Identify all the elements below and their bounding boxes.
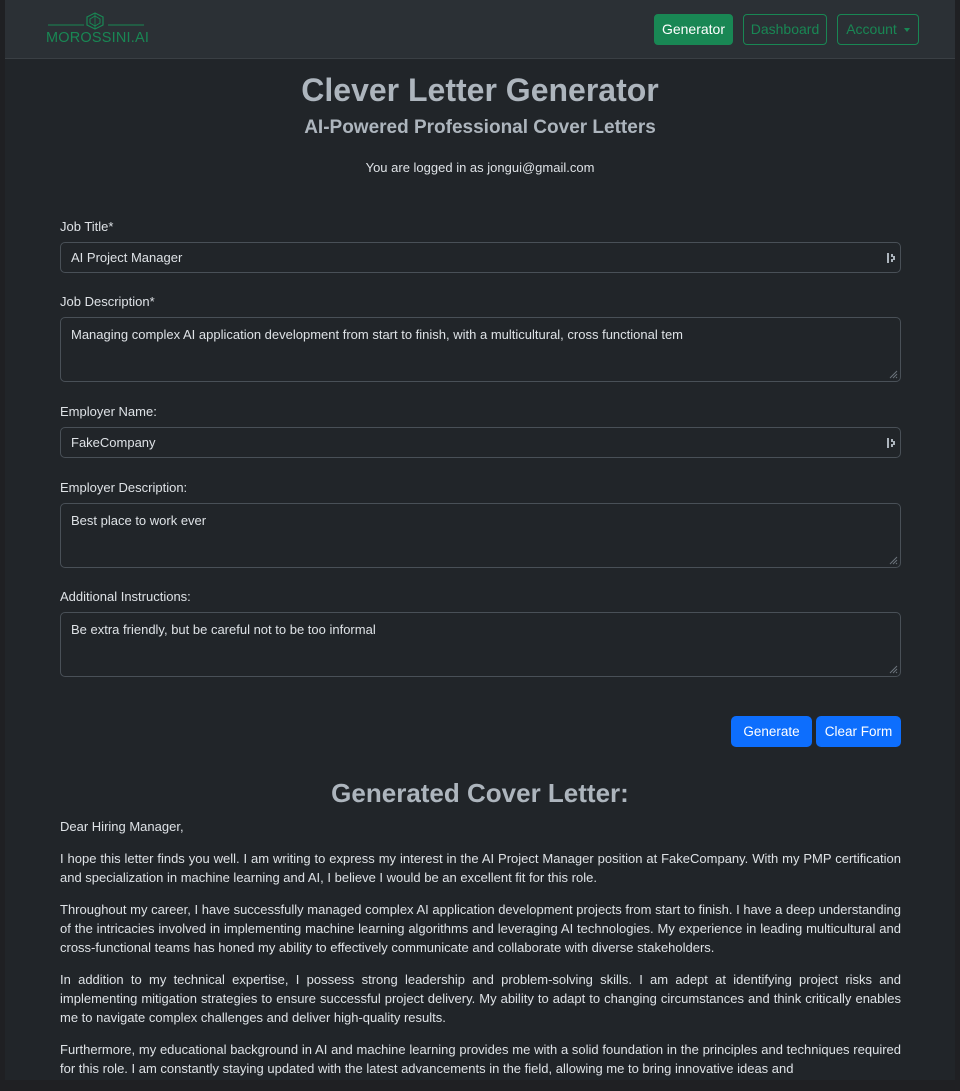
page-title: Clever Letter Generator bbox=[301, 72, 659, 108]
page-subtitle: AI-Powered Professional Cover Letters bbox=[304, 117, 656, 138]
letter-paragraph: Furthermore, my educational background i… bbox=[60, 1042, 901, 1076]
employer-name-label: Employer Name: bbox=[60, 404, 157, 419]
navbar: MOROSSINI.AI Generator Dashboard Account bbox=[5, 0, 955, 59]
job-title-value: AI Project Manager bbox=[71, 250, 183, 265]
password-manager-icon bbox=[887, 438, 895, 448]
letter-greeting: Dear Hiring Manager, bbox=[60, 819, 184, 834]
generated-letter-heading: Generated Cover Letter: bbox=[331, 778, 629, 808]
brand-logo[interactable]: MOROSSINI.AI bbox=[46, 10, 150, 50]
brand-text: MOROSSINI.AI bbox=[46, 30, 150, 46]
job-description-label: Job Description* bbox=[60, 294, 155, 309]
employer-description-textarea[interactable]: Best place to work ever bbox=[60, 503, 901, 568]
generated-letter: Dear Hiring Manager, I hope this letter … bbox=[60, 817, 901, 1091]
logo-icon bbox=[86, 12, 104, 30]
generate-button[interactable]: Generate bbox=[731, 716, 812, 747]
job-title-label: Job Title* bbox=[60, 219, 114, 234]
nav-generator-button[interactable]: Generator bbox=[654, 14, 733, 45]
password-manager-icon bbox=[887, 253, 895, 263]
job-title-input[interactable]: AI Project Manager bbox=[60, 242, 901, 273]
clear-form-button[interactable]: Clear Form bbox=[816, 716, 901, 747]
additional-instructions-label: Additional Instructions: bbox=[60, 589, 191, 604]
resize-grip-icon[interactable] bbox=[888, 369, 898, 379]
employer-name-input[interactable]: FakeCompany bbox=[60, 427, 901, 458]
logo-underline-icon bbox=[48, 24, 144, 26]
additional-instructions-textarea[interactable]: Be extra friendly, but be careful not to… bbox=[60, 612, 901, 677]
nav-dashboard-button[interactable]: Dashboard bbox=[743, 14, 827, 45]
employer-description-label: Employer Description: bbox=[60, 480, 188, 495]
nav-account-label: Account bbox=[846, 21, 897, 37]
nav-account-dropdown[interactable]: Account bbox=[837, 14, 919, 45]
additional-instructions-value: Be extra friendly, but be careful not to… bbox=[71, 622, 376, 637]
resize-grip-icon[interactable] bbox=[888, 664, 898, 674]
logged-in-status: You are logged in as jongui@gmail.com bbox=[365, 160, 595, 175]
employer-description-value: Best place to work ever bbox=[71, 513, 207, 528]
resize-grip-icon[interactable] bbox=[888, 555, 898, 565]
chevron-down-icon bbox=[903, 28, 910, 33]
letter-paragraph: In addition to my technical expertise, I… bbox=[60, 972, 901, 1025]
letter-paragraph: I hope this letter finds you well. I am … bbox=[60, 851, 901, 885]
letter-paragraph: Throughout my career, I have successfull… bbox=[60, 902, 901, 955]
job-description-textarea[interactable]: Managing complex AI application developm… bbox=[60, 317, 901, 382]
job-description-value: Managing complex AI application developm… bbox=[71, 327, 684, 342]
employer-name-value: FakeCompany bbox=[71, 435, 156, 450]
